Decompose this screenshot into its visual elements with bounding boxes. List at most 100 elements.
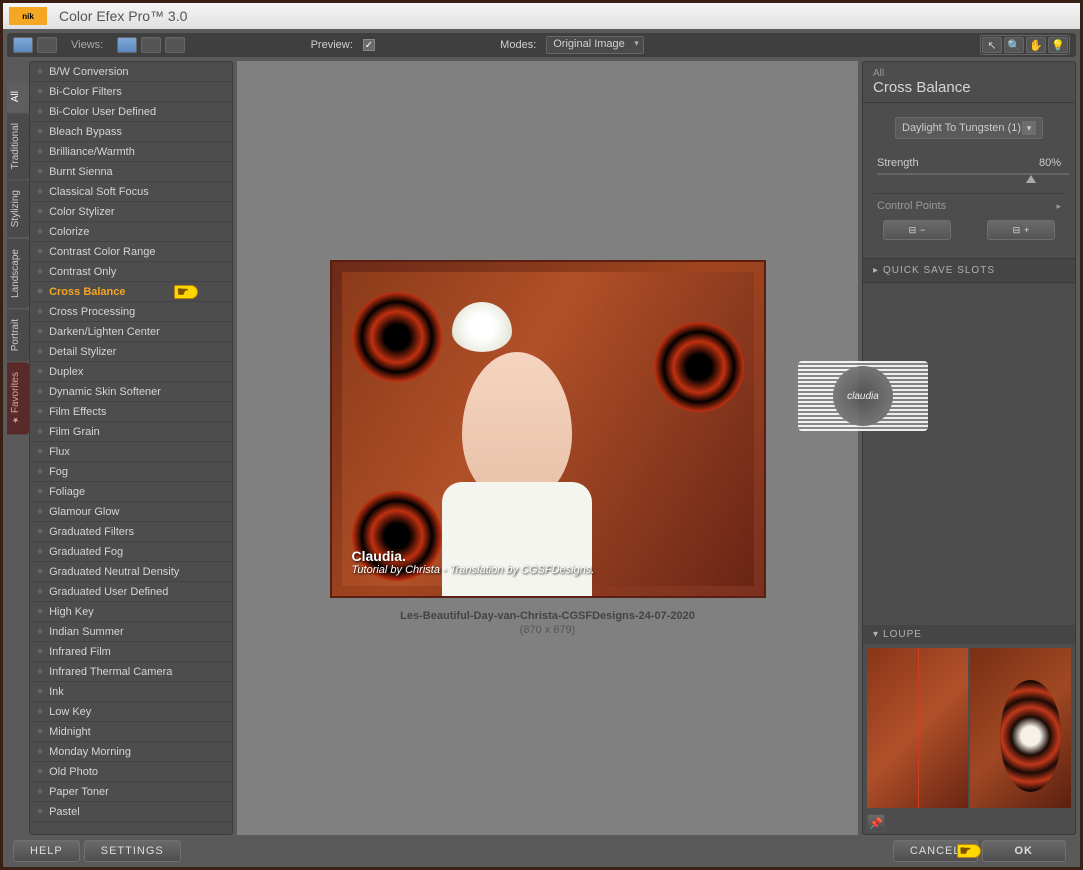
filter-item[interactable]: Film Effects — [30, 402, 232, 422]
filter-item[interactable]: Burnt Sienna — [30, 162, 232, 182]
filter-item[interactable]: Darken/Lighten Center — [30, 322, 232, 342]
filter-list[interactable]: B/W ConversionBi-Color FiltersBi-Color U… — [29, 61, 233, 835]
filter-item[interactable]: Foliage — [30, 482, 232, 502]
tool-right-group: ↖ 🔍 ✋ 💡 — [980, 35, 1070, 55]
category-tab-all[interactable]: All — [7, 81, 29, 112]
views-group — [117, 37, 185, 53]
chevron-down-icon: ▾ — [1022, 121, 1036, 135]
method-dropdown[interactable]: Daylight To Tungsten (1) ▾ — [895, 117, 1043, 139]
modes-dropdown[interactable]: Original Image — [546, 36, 644, 54]
top-toolbar: Views: Preview: Modes: Original Image ↖ … — [7, 33, 1076, 57]
category-tab-portrait[interactable]: Portrait — [7, 309, 29, 361]
filter-item[interactable]: Fog — [30, 462, 232, 482]
preview-image[interactable]: Claudia. Tutorial by Christa - Translati… — [330, 260, 766, 598]
filter-item[interactable]: Midnight — [30, 722, 232, 742]
filter-item[interactable]: Bleach Bypass — [30, 122, 232, 142]
image-caption: Claudia. Tutorial by Christa - Translati… — [352, 548, 595, 576]
view-single-icon[interactable] — [117, 37, 137, 53]
loupe-view[interactable] — [863, 644, 1075, 812]
filter-item[interactable]: Infrared Thermal Camera — [30, 662, 232, 682]
filter-item[interactable]: Duplex — [30, 362, 232, 382]
zoom-tool-icon[interactable]: 🔍 — [1004, 37, 1024, 53]
filter-item[interactable]: Monday Morning — [30, 742, 232, 762]
filter-item[interactable]: High Key — [30, 602, 232, 622]
filter-item[interactable]: Graduated Neutral Density — [30, 562, 232, 582]
filter-item[interactable]: Pastel — [30, 802, 232, 822]
image-dimensions: (870 x 679) — [520, 624, 576, 636]
filter-item[interactable]: Contrast Only — [30, 262, 232, 282]
filter-item[interactable]: Graduated Fog — [30, 542, 232, 562]
quick-save-slots-header[interactable]: ▸ QUICK SAVE SLOTS — [863, 258, 1075, 283]
pointer-hand-icon — [957, 844, 981, 858]
view-split-icon[interactable] — [141, 37, 161, 53]
strength-slider[interactable] — [877, 173, 1069, 175]
thumb-mode-2-icon[interactable] — [37, 37, 57, 53]
app-window: nik Color Efex Pro™ 3.0 Views: Preview: … — [0, 0, 1083, 870]
pan-tool-icon[interactable]: ✋ — [1026, 37, 1046, 53]
app-chrome: Views: Preview: Modes: Original Image ↖ … — [3, 29, 1080, 867]
filter-item[interactable]: Detail Stylizer — [30, 342, 232, 362]
add-control-point-button[interactable]: ⊟+ — [987, 220, 1055, 240]
filter-item[interactable]: Ink — [30, 682, 232, 702]
filter-item[interactable]: Old Photo — [30, 762, 232, 782]
settings-panel: All Cross Balance Daylight To Tungsten (… — [862, 61, 1076, 835]
filter-item[interactable]: Contrast Color Range — [30, 242, 232, 262]
filter-item[interactable]: Graduated User Defined — [30, 582, 232, 602]
app-logo: nik — [9, 7, 47, 25]
strength-label: Strength — [877, 157, 919, 169]
slider-thumb-icon[interactable] — [1026, 175, 1036, 183]
view-side-icon[interactable] — [165, 37, 185, 53]
loupe-after — [970, 648, 1071, 808]
settings-category: All — [873, 68, 1065, 79]
help-button[interactable]: HELP — [13, 840, 80, 862]
views-label: Views: — [71, 39, 103, 51]
filter-item[interactable]: B/W Conversion — [30, 62, 232, 82]
filter-item[interactable]: Bi-Color User Defined — [30, 102, 232, 122]
category-tabs: AllTraditionalStylizingLandscapePortrait… — [7, 61, 29, 835]
pin-loupe-button[interactable]: 📌 — [867, 814, 885, 832]
control-points-label: Control Points — [877, 200, 946, 212]
thumb-mode-1-icon[interactable] — [13, 37, 33, 53]
filter-item[interactable]: Cross Processing — [30, 302, 232, 322]
preview-checkbox[interactable] — [363, 39, 375, 51]
filter-item[interactable]: Flux — [30, 442, 232, 462]
loupe-header[interactable]: ▾ LOUPE — [863, 625, 1075, 644]
ok-button[interactable]: OK — [982, 840, 1067, 862]
strength-value: 80% — [1039, 157, 1061, 169]
filter-item[interactable]: Low Key — [30, 702, 232, 722]
settings-controls: Daylight To Tungsten (1) ▾ Strength 80% … — [863, 103, 1075, 258]
triangle-right-icon: ▸ — [873, 265, 879, 276]
filter-item[interactable]: Glamour Glow — [30, 502, 232, 522]
filter-item[interactable]: Graduated Filters — [30, 522, 232, 542]
footer-bar: HELP SETTINGS CANCEL OK — [7, 835, 1076, 863]
filter-item[interactable]: Cross Balance — [30, 282, 232, 302]
preview-label: Preview: — [311, 39, 353, 51]
pointer-tool-icon[interactable]: ↖ — [982, 37, 1002, 53]
expand-icon[interactable]: ▸ — [1056, 201, 1061, 212]
category-tab-traditional[interactable]: Traditional — [7, 113, 29, 179]
remove-control-point-button[interactable]: ⊟− — [883, 220, 951, 240]
filter-item[interactable]: Colorize — [30, 222, 232, 242]
title-bar: nik Color Efex Pro™ 3.0 — [3, 3, 1080, 29]
app-title: Color Efex Pro™ 3.0 — [59, 8, 187, 24]
light-tool-icon[interactable]: 💡 — [1048, 37, 1068, 53]
filter-item[interactable]: Color Stylizer — [30, 202, 232, 222]
filter-item[interactable]: Indian Summer — [30, 622, 232, 642]
settings-button[interactable]: SETTINGS — [84, 840, 181, 862]
filter-item[interactable]: Dynamic Skin Softener — [30, 382, 232, 402]
filter-item[interactable]: Film Grain — [30, 422, 232, 442]
filter-item[interactable]: Infrared Film — [30, 642, 232, 662]
filter-item[interactable]: Brilliance/Warmth — [30, 142, 232, 162]
triangle-down-icon: ▾ — [873, 629, 879, 640]
loupe-before — [867, 648, 968, 808]
filter-item[interactable]: Bi-Color Filters — [30, 82, 232, 102]
filter-item[interactable]: Classical Soft Focus — [30, 182, 232, 202]
category-tab-favorites[interactable]: Favorites — [7, 362, 29, 434]
method-value: Daylight To Tungsten (1) — [902, 122, 1021, 134]
modes-label: Modes: — [500, 39, 536, 51]
category-tab-landscape[interactable]: Landscape — [7, 239, 29, 308]
category-tab-stylizing[interactable]: Stylizing — [7, 180, 29, 237]
pointer-hand-icon — [174, 285, 198, 299]
canvas-area: Claudia. Tutorial by Christa - Translati… — [237, 61, 858, 835]
filter-item[interactable]: Paper Toner — [30, 782, 232, 802]
